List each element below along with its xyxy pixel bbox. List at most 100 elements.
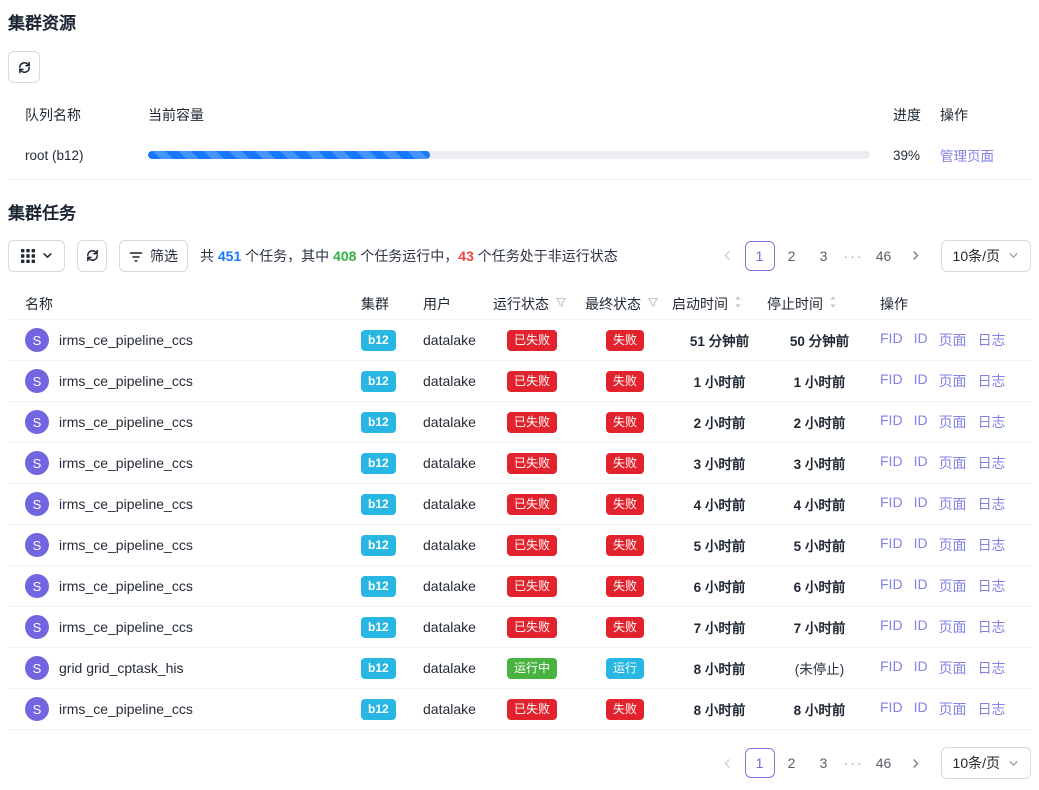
- id-link[interactable]: ID: [914, 412, 928, 432]
- page-size-select[interactable]: 10条/页: [941, 240, 1031, 272]
- id-link[interactable]: ID: [914, 617, 928, 637]
- name-header: 名称: [8, 294, 361, 314]
- avatar: S: [25, 656, 49, 680]
- page-link[interactable]: 页面: [939, 576, 967, 596]
- id-link[interactable]: ID: [914, 330, 928, 350]
- resource-table-header: 队列名称 当前容量 进度 操作: [8, 99, 1031, 131]
- user-cell: datalake: [423, 455, 493, 471]
- page-link[interactable]: 页面: [939, 617, 967, 637]
- page-size-value: 10条/页: [953, 753, 1000, 773]
- pagination-page-2[interactable]: 2: [777, 748, 807, 778]
- log-link[interactable]: 日志: [978, 330, 1006, 350]
- pagination-prev-icon[interactable]: [713, 748, 743, 778]
- log-link[interactable]: 日志: [978, 535, 1006, 555]
- fid-link[interactable]: FID: [880, 412, 903, 432]
- pagination-next-icon[interactable]: [901, 748, 931, 778]
- fid-link[interactable]: FID: [880, 371, 903, 391]
- chevron-down-icon: [1008, 758, 1019, 769]
- fid-link[interactable]: FID: [880, 453, 903, 473]
- id-link[interactable]: ID: [914, 494, 928, 514]
- page-link[interactable]: 页面: [939, 535, 967, 555]
- sort-icon[interactable]: [829, 295, 837, 312]
- log-link[interactable]: 日志: [978, 576, 1006, 596]
- page-link[interactable]: 页面: [939, 330, 967, 350]
- fid-link[interactable]: FID: [880, 576, 903, 596]
- avatar: S: [25, 369, 49, 393]
- id-link[interactable]: ID: [914, 658, 928, 678]
- chevron-down-icon: [1008, 250, 1019, 261]
- cluster-badge: b12: [361, 617, 396, 638]
- user-header: 用户: [423, 294, 493, 314]
- task-name: irms_ce_pipeline_ccs: [59, 332, 193, 348]
- pagination-ellipsis[interactable]: ···: [841, 755, 867, 771]
- pagination-page-1[interactable]: 1: [745, 748, 775, 778]
- user-cell: datalake: [423, 660, 493, 676]
- run-status-badge: 已失败: [507, 494, 557, 515]
- fid-link[interactable]: FID: [880, 617, 903, 637]
- id-link[interactable]: ID: [914, 371, 928, 391]
- cluster-badge: b12: [361, 453, 396, 474]
- filter-button-label: 筛选: [150, 246, 178, 266]
- log-link[interactable]: 日志: [978, 412, 1006, 432]
- pagination-page-2[interactable]: 2: [777, 241, 807, 271]
- stop-time-cell: 2 小时前: [767, 412, 872, 432]
- page-link[interactable]: 页面: [939, 699, 967, 719]
- filter-button[interactable]: 筛选: [119, 240, 188, 272]
- fid-link[interactable]: FID: [880, 535, 903, 555]
- pagination-ellipsis[interactable]: ···: [841, 248, 867, 264]
- page-link[interactable]: 页面: [939, 658, 967, 678]
- task-name: irms_ce_pipeline_ccs: [59, 455, 193, 471]
- filter-funnel-icon[interactable]: [647, 296, 659, 312]
- sort-icon[interactable]: [734, 295, 742, 312]
- start-time-cell: 2 小时前: [672, 412, 767, 432]
- fid-link[interactable]: FID: [880, 494, 903, 514]
- pagination-page-46[interactable]: 46: [869, 748, 899, 778]
- page-link[interactable]: 页面: [939, 494, 967, 514]
- page-link[interactable]: 页面: [939, 371, 967, 391]
- log-link[interactable]: 日志: [978, 453, 1006, 473]
- refresh-resources-button[interactable]: [8, 51, 40, 83]
- final-status-header: 最终状态: [585, 294, 672, 314]
- fid-link[interactable]: FID: [880, 330, 903, 350]
- id-link[interactable]: ID: [914, 576, 928, 596]
- column-settings-button[interactable]: [8, 240, 65, 272]
- manage-page-link[interactable]: 管理页面: [940, 149, 994, 164]
- task-name: irms_ce_pipeline_ccs: [59, 701, 193, 717]
- stop-time-cell: 4 小时前: [767, 494, 872, 514]
- task-name: grid grid_cptask_his: [59, 660, 184, 676]
- user-cell: datalake: [423, 496, 493, 512]
- log-link[interactable]: 日志: [978, 699, 1006, 719]
- page-link[interactable]: 页面: [939, 453, 967, 473]
- fid-link[interactable]: FID: [880, 658, 903, 678]
- pagination-bottom-row: 1 2 3 ··· 46 10条/页: [8, 747, 1031, 779]
- task-name: irms_ce_pipeline_ccs: [59, 578, 193, 594]
- start-time-header: 启动时间: [672, 294, 767, 314]
- final-status-badge: 失败: [606, 412, 644, 433]
- progress-header: 进度: [878, 105, 932, 125]
- pagination-prev-icon[interactable]: [713, 241, 743, 271]
- pagination-page-3[interactable]: 3: [809, 748, 839, 778]
- pagination-page-3[interactable]: 3: [809, 241, 839, 271]
- task-name: irms_ce_pipeline_ccs: [59, 496, 193, 512]
- final-status-badge: 失败: [606, 699, 644, 720]
- fid-link[interactable]: FID: [880, 699, 903, 719]
- pagination-next-icon[interactable]: [901, 241, 931, 271]
- log-link[interactable]: 日志: [978, 658, 1006, 678]
- task-table-body: S irms_ce_pipeline_ccs b12 datalake 已失败 …: [8, 320, 1031, 730]
- resource-actions-header: 操作: [932, 105, 1031, 125]
- run-status-badge: 已失败: [507, 699, 557, 720]
- refresh-tasks-button[interactable]: [77, 240, 107, 272]
- pagination-page-1[interactable]: 1: [745, 241, 775, 271]
- id-link[interactable]: ID: [914, 699, 928, 719]
- cluster-tasks-title: 集群任务: [8, 204, 1031, 224]
- log-link[interactable]: 日志: [978, 494, 1006, 514]
- pagination-page-46[interactable]: 46: [869, 241, 899, 271]
- filter-funnel-icon[interactable]: [555, 296, 567, 312]
- id-link[interactable]: ID: [914, 535, 928, 555]
- page-size-select[interactable]: 10条/页: [941, 747, 1031, 779]
- log-link[interactable]: 日志: [978, 371, 1006, 391]
- id-link[interactable]: ID: [914, 453, 928, 473]
- avatar: S: [25, 492, 49, 516]
- page-link[interactable]: 页面: [939, 412, 967, 432]
- log-link[interactable]: 日志: [978, 617, 1006, 637]
